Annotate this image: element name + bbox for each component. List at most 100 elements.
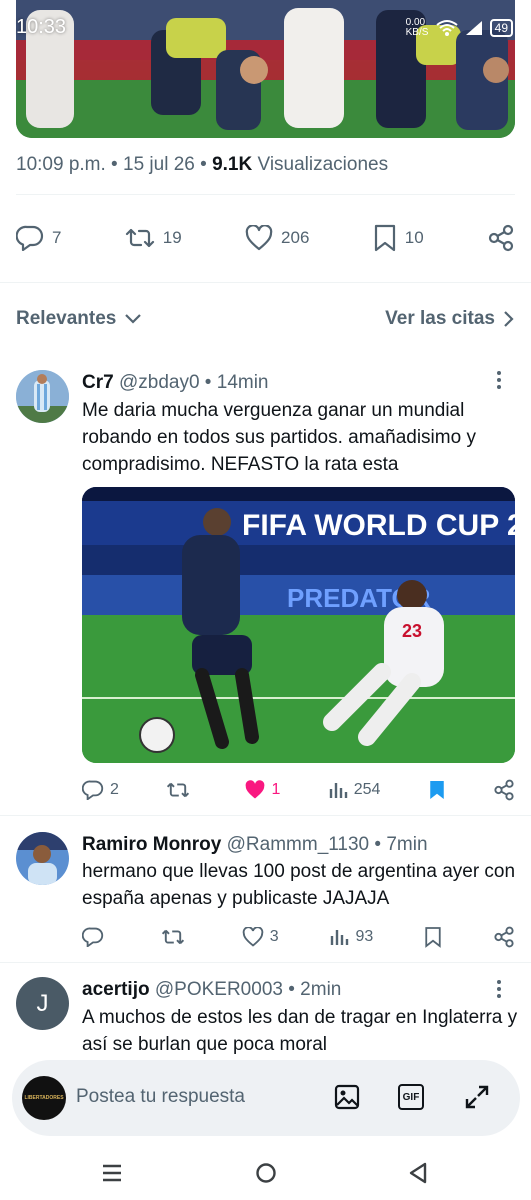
- avatar[interactable]: J: [16, 977, 69, 1030]
- gif-button[interactable]: GIF: [398, 1084, 424, 1110]
- reply-input[interactable]: Postea tu respuesta: [76, 1086, 245, 1108]
- back-button[interactable]: [408, 1162, 428, 1184]
- like-icon: [245, 225, 273, 251]
- reply-button[interactable]: 7: [16, 225, 61, 251]
- like-count: 206: [281, 228, 310, 247]
- expand-icon: [465, 1085, 489, 1109]
- divider: [0, 962, 531, 963]
- like-icon: [242, 927, 263, 947]
- chevron-down-icon: [125, 314, 142, 324]
- home-button[interactable]: [255, 1162, 277, 1184]
- views-button[interactable]: 93: [329, 927, 373, 947]
- author-handle[interactable]: @POKER0003: [155, 979, 283, 1000]
- avatar-letter: J: [36, 989, 49, 1017]
- author-name[interactable]: acertijo: [82, 979, 150, 1000]
- back-icon: [409, 1162, 427, 1184]
- reply-text: A muchos de estos les dan de tragar en I…: [82, 1007, 518, 1055]
- post-date: 15 jul 26: [123, 154, 195, 175]
- share-icon: [494, 926, 514, 948]
- player-number: 23: [402, 621, 422, 641]
- net-speed: 0.00 KB/S: [405, 17, 429, 38]
- more-icon: [497, 980, 501, 998]
- like-count: 3: [269, 928, 279, 945]
- view-quotes-button[interactable]: Ver las citas: [385, 308, 515, 330]
- wifi-icon: [436, 20, 458, 36]
- views-label: Visualizaciones: [257, 154, 389, 175]
- reply-count: 2: [110, 781, 119, 798]
- more-button[interactable]: [496, 979, 502, 999]
- status-bar: 10:33 0.00 KB/S 49: [0, 0, 531, 56]
- avatar[interactable]: [16, 832, 69, 885]
- reply-button[interactable]: 2: [82, 780, 119, 800]
- repost-button[interactable]: 19: [125, 226, 182, 250]
- like-button[interactable]: 206: [245, 225, 309, 251]
- post-age: 14min: [216, 372, 269, 393]
- views-icon: [329, 783, 347, 798]
- reply-composer: LIBERTADORES Postea tu respuesta GIF: [12, 1060, 520, 1136]
- bookmark-count: 10: [404, 228, 424, 247]
- bookmark-icon: [425, 927, 441, 948]
- signal-icon: [465, 21, 482, 35]
- views-button[interactable]: 254: [328, 780, 380, 800]
- more-button[interactable]: [496, 370, 502, 390]
- reply-icon: [82, 780, 104, 800]
- banner-text: FIFA WORLD CUP 2026: [242, 509, 515, 542]
- reply-count: 7: [52, 228, 62, 247]
- author-handle[interactable]: @zbday0: [119, 372, 200, 393]
- bookmark-icon: [374, 224, 395, 252]
- avatar[interactable]: [16, 370, 69, 423]
- reply-header: Ramiro Monroy @Rammm_1130 • 7min: [82, 834, 428, 855]
- author-handle[interactable]: @Rammm_1130: [227, 834, 369, 855]
- divider: [0, 815, 531, 816]
- divider: [16, 194, 515, 195]
- views-icon: [331, 930, 349, 945]
- repost-button[interactable]: [161, 927, 191, 947]
- author-name[interactable]: Cr7: [82, 372, 114, 393]
- like-button[interactable]: 3: [242, 927, 279, 947]
- reply-header: Cr7 @zbday0 • 14min: [82, 372, 269, 393]
- image-icon: [334, 1084, 360, 1110]
- share-button[interactable]: [493, 926, 515, 948]
- reply-text: hermano que llevas 100 post de argentina…: [82, 861, 516, 909]
- reply-actions: 2 1 254: [82, 778, 515, 802]
- post-meta: 10:09 p.m. • 15 jul 26 • 9.1K Visualizac…: [16, 154, 389, 175]
- like-button[interactable]: 1: [244, 780, 280, 800]
- reply-icon: [82, 927, 104, 947]
- reply-text: Me daria mucha verguenza ganar un mundia…: [82, 400, 476, 475]
- views-count: 93: [355, 928, 374, 945]
- system-nav-bar: [0, 1146, 531, 1200]
- author-name[interactable]: Ramiro Monroy: [82, 834, 221, 855]
- bookmark-button[interactable]: [428, 779, 446, 801]
- bookmark-button[interactable]: 10: [373, 224, 424, 252]
- post-actions: 7 19 206 10: [16, 218, 515, 258]
- post-age: 2min: [300, 979, 342, 1000]
- status-time: 10:33: [16, 16, 67, 38]
- composer-avatar-text: LIBERTADORES: [24, 1095, 64, 1101]
- reply-media[interactable]: FIFA WORLD CUP 2026 PREDATOR 23: [82, 487, 515, 763]
- repost-icon: [167, 782, 190, 798]
- divider: [0, 282, 531, 283]
- reply-button[interactable]: [82, 927, 110, 947]
- chevron-right-icon: [504, 311, 514, 327]
- share-button[interactable]: [493, 779, 515, 801]
- reply-icon: [16, 225, 44, 251]
- repost-icon: [125, 228, 154, 248]
- expand-button[interactable]: [464, 1084, 490, 1110]
- composer-avatar[interactable]: LIBERTADORES: [22, 1076, 66, 1120]
- share-button[interactable]: [487, 224, 515, 252]
- relevant-sort-button[interactable]: Relevantes: [16, 308, 142, 330]
- image-button[interactable]: [334, 1084, 360, 1110]
- more-icon: [497, 371, 501, 389]
- share-icon: [488, 224, 514, 252]
- repost-icon: [161, 929, 184, 945]
- gif-icon: GIF: [402, 1091, 420, 1103]
- replies-sort-row: Relevantes Ver las citas: [16, 308, 515, 330]
- reply-actions: 3 93: [82, 925, 515, 949]
- recent-apps-button[interactable]: [102, 1163, 122, 1183]
- share-icon: [494, 779, 514, 801]
- bookmark-button[interactable]: [424, 926, 442, 948]
- like-icon: [245, 780, 264, 799]
- quotes-label: Ver las citas: [385, 308, 495, 329]
- repost-button[interactable]: [166, 780, 196, 800]
- home-icon: [256, 1163, 276, 1183]
